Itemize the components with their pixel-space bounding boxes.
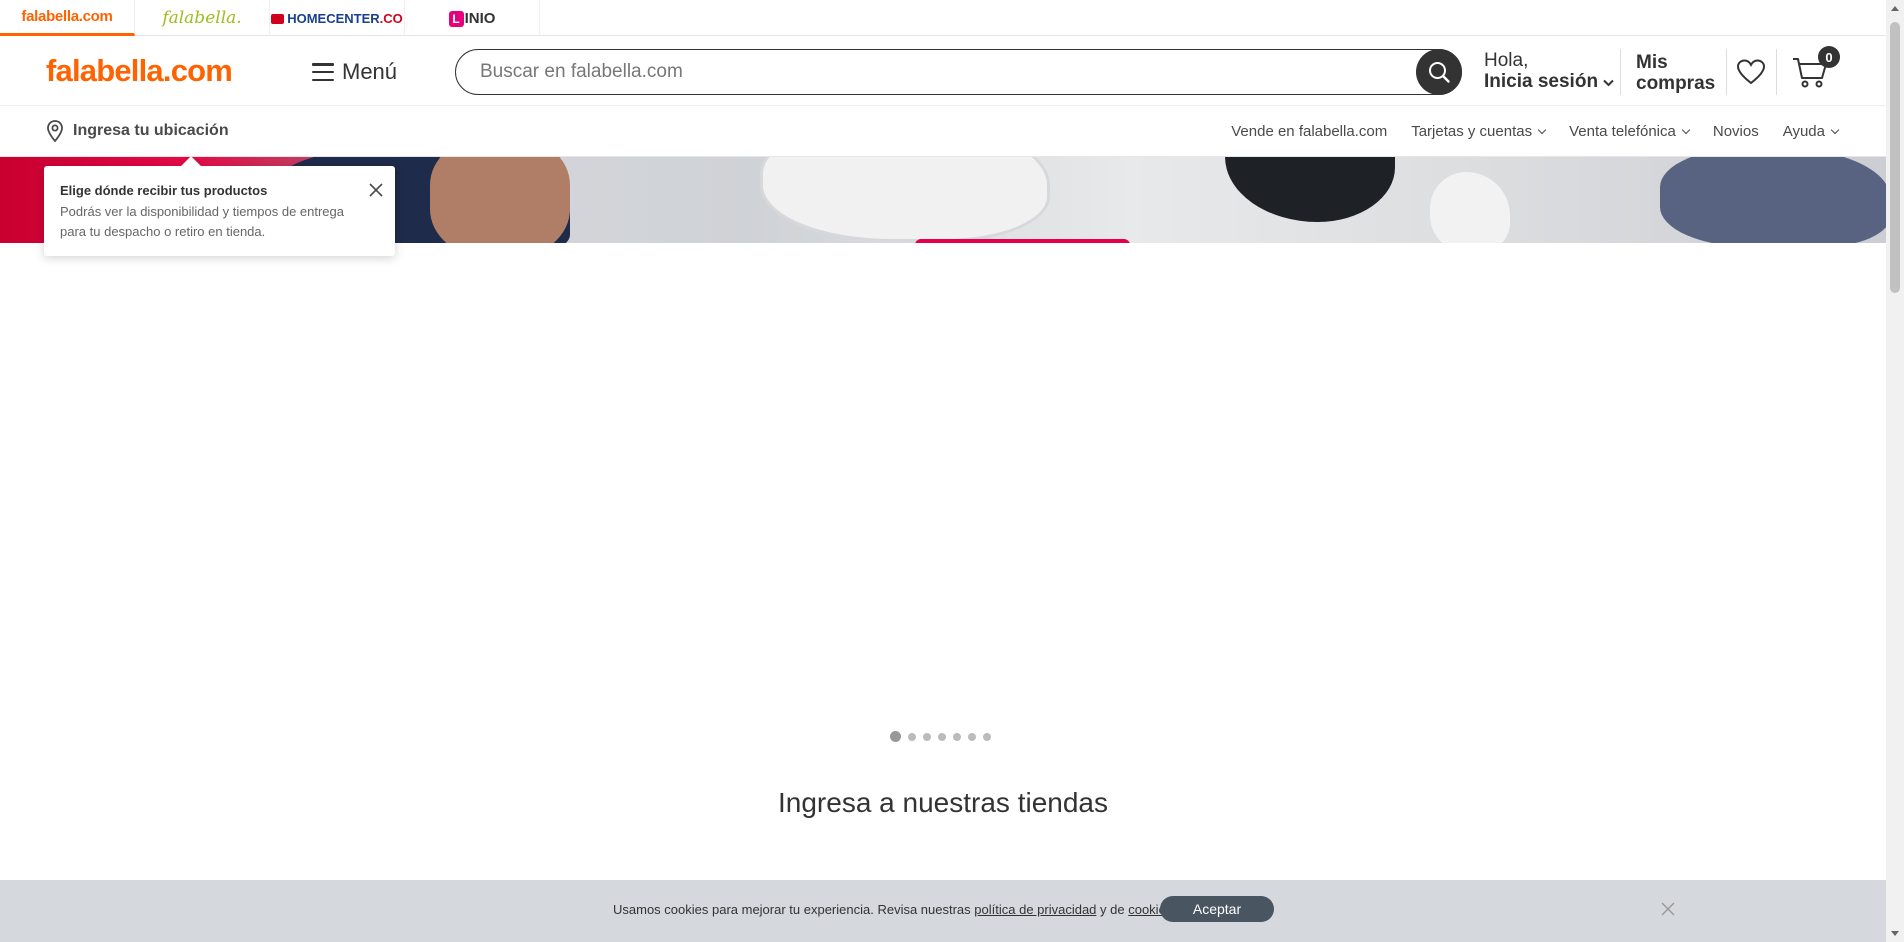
scroll-down-arrow-icon[interactable] — [1891, 931, 1899, 936]
homecenter-icon — [271, 13, 285, 24]
heart-icon — [1736, 59, 1766, 85]
banner-image-shoe — [1225, 157, 1395, 222]
search-input[interactable] — [480, 50, 1400, 93]
brand-tab-homecenter[interactable]: HOMECENTER.CO — [270, 0, 405, 36]
cookie-text: y de — [1096, 902, 1129, 917]
brand-tab-linio[interactable]: L INIO — [405, 0, 540, 36]
banner-image-arm — [430, 157, 570, 243]
nav-link-label: Venta telefónica — [1569, 123, 1676, 140]
carousel-dot[interactable] — [923, 732, 931, 741]
nav-link-novios[interactable]: Novios — [1713, 123, 1759, 140]
carousel-pagination — [890, 731, 991, 742]
cookie-message: Usamos cookies para mejorar tu experienc… — [613, 902, 1176, 917]
brand-label-suffix: .CO — [379, 10, 403, 26]
cart-count-badge: 0 — [1818, 46, 1840, 68]
carousel-dot[interactable] — [953, 732, 961, 741]
brand-tab-falabella[interactable]: falabella. — [135, 0, 270, 36]
divider — [1620, 49, 1621, 95]
tooltip-body: Podrás ver la disponibilidad y tiempos d… — [60, 204, 345, 239]
brand-switcher: falabella.com falabella. HOMECENTER.CO L… — [0, 0, 1886, 36]
divider — [1776, 49, 1777, 95]
banner-image-shoe — [760, 157, 1050, 242]
banner-image-shoe — [1660, 157, 1886, 243]
search-icon — [1429, 62, 1450, 83]
nav-link-label: Vende en falabella.com — [1231, 123, 1388, 140]
nav-link-help[interactable]: Ayuda — [1782, 123, 1840, 140]
logo-text: falabella. — [46, 53, 171, 88]
homecenter-logo: HOMECENTER.CO — [271, 11, 403, 26]
my-purchases-line2: compras — [1636, 73, 1716, 94]
chevron-down-icon — [1603, 79, 1615, 87]
carousel-dot[interactable] — [968, 732, 976, 741]
brand-label: falabella. — [162, 8, 242, 28]
nav-link-cards[interactable]: Tarjetas y cuentas — [1411, 123, 1547, 140]
secondary-nav: Ingresa tu ubicación Vende en falabella.… — [0, 106, 1886, 157]
logo-suffix: com — [170, 53, 233, 88]
chevron-down-icon — [1537, 125, 1547, 135]
page-scrollbar[interactable] — [1886, 0, 1904, 942]
my-purchases-link[interactable]: Mis compras — [1636, 52, 1715, 94]
brand-label: INIO — [464, 9, 496, 27]
location-selector[interactable]: Ingresa tu ubicación — [46, 120, 229, 142]
stores-section-title: Ingresa a nuestras tiendas — [778, 787, 1108, 818]
banner-cta-edge — [915, 239, 1130, 243]
sign-in-label: Inicia sesión — [1484, 71, 1615, 92]
main-header: falabella.com Menú Hola, Inicia sesión M… — [0, 36, 1886, 106]
nav-link-label: Tarjetas y cuentas — [1411, 123, 1533, 140]
brand-tab-falabella-com[interactable]: falabella.com — [0, 0, 135, 36]
nav-links: Vende en falabella.com Tarjetas y cuenta… — [1231, 106, 1840, 157]
wishlist-button[interactable] — [1736, 59, 1766, 90]
chevron-down-icon — [1681, 125, 1691, 135]
search-button[interactable] — [1416, 49, 1462, 95]
greeting-text: Hola, — [1484, 50, 1529, 71]
nav-link-label: Novios — [1712, 123, 1759, 140]
close-icon[interactable] — [1661, 902, 1675, 916]
location-label: Ingresa tu ubicación — [73, 122, 229, 139]
tooltip-title: Elige dónde recibir tus productos — [60, 183, 268, 198]
divider — [1726, 49, 1727, 95]
carousel-dot[interactable] — [938, 732, 946, 741]
banner-image-shoe — [1430, 172, 1510, 243]
brand-label: falabella.com — [21, 8, 113, 25]
close-icon[interactable] — [369, 183, 383, 197]
nav-link-sell[interactable]: Vende en falabella.com — [1231, 123, 1387, 140]
nav-link-phone-sales[interactable]: Venta telefónica — [1569, 123, 1691, 140]
cookie-text: Usamos cookies para mejorar tu experienc… — [613, 902, 975, 917]
menu-label: Menú — [342, 59, 398, 84]
carousel-dot[interactable] — [983, 732, 991, 741]
login-menu[interactable]: Hola, Inicia sesión — [1484, 50, 1615, 92]
hamburger-icon — [312, 63, 334, 81]
sign-in-text: Inicia sesión — [1484, 71, 1599, 92]
my-purchases-line1: Mis — [1636, 52, 1668, 73]
location-tooltip: Elige dónde recibir tus productos Podrás… — [44, 166, 395, 256]
accept-cookies-button[interactable]: Aceptar — [1160, 896, 1274, 922]
linio-icon: L — [448, 10, 464, 27]
carousel-dot[interactable] — [908, 732, 916, 741]
menu-button[interactable]: Menú — [312, 58, 397, 86]
falabella-logo[interactable]: falabella.com — [46, 53, 233, 89]
search-bar — [455, 49, 1462, 95]
scroll-thumb[interactable] — [1890, 22, 1900, 293]
chevron-down-icon — [1830, 125, 1840, 135]
carousel-dot[interactable] — [890, 731, 901, 742]
scroll-up-arrow-icon[interactable] — [1891, 6, 1899, 11]
cookie-banner: Usamos cookies para mejorar tu experienc… — [0, 880, 1886, 942]
linio-logo: L INIO — [448, 9, 496, 27]
nav-link-label: Ayuda — [1782, 123, 1825, 140]
privacy-policy-link[interactable]: política de privacidad — [974, 902, 1096, 917]
location-pin-icon — [47, 120, 63, 142]
brand-label: HOMECENTER — [287, 10, 380, 26]
